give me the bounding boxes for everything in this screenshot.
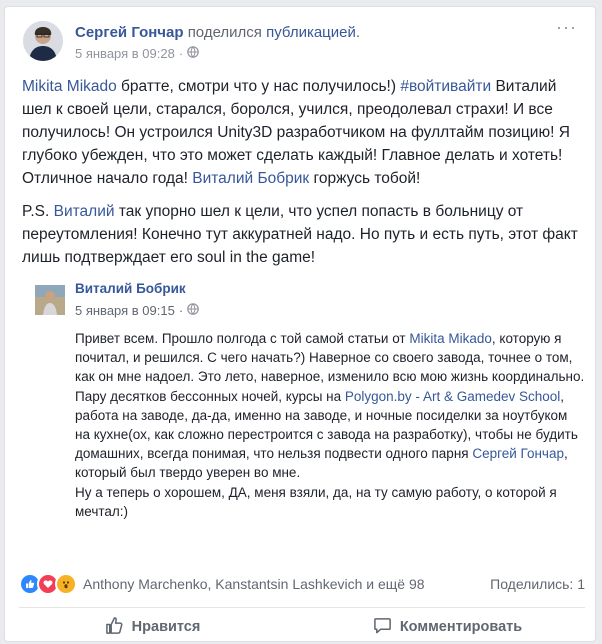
shares-count[interactable]: Поделились: 1 — [490, 576, 585, 592]
shared-paragraph-1: Привет всем. Прошло полгода с той самой … — [75, 329, 585, 483]
text-run: братте, смотри что у нас получилось!) — [116, 78, 401, 95]
post-text: Mikita Mikado братте, смотри что у нас п… — [22, 75, 588, 279]
post-timestamp[interactable]: 5 января в 09:28 — [75, 46, 175, 61]
author-avatar[interactable] — [23, 21, 63, 61]
shared-post-link[interactable]: публикацией — [266, 24, 356, 41]
reactions-names[interactable]: Anthony Marchenko, Kanstantsin Lashkevic… — [83, 576, 425, 592]
reaction-icons[interactable] — [19, 573, 77, 595]
like-button[interactable]: Нравится — [5, 611, 300, 641]
post-paragraph-1: Mikita Mikado братте, смотри что у нас п… — [22, 75, 588, 190]
post-card: Сергей Гончар поделился публикацией. 5 я… — [4, 6, 596, 642]
mention-link[interactable]: Mikita Mikado — [409, 331, 492, 346]
author-photo — [23, 21, 63, 61]
comment-label: Комментировать — [399, 619, 523, 635]
author-name[interactable]: Сергей Гончар — [75, 24, 184, 41]
shared-post-text: Привет всем. Прошло полгода с той самой … — [75, 329, 585, 521]
dot-separator: · — [178, 46, 184, 61]
divider — [19, 607, 585, 608]
action-end: . — [355, 24, 361, 41]
mention-link[interactable]: #войтивайти — [400, 78, 491, 95]
shared-author-photo — [35, 285, 65, 315]
mention-link[interactable]: Виталий — [54, 203, 115, 220]
shared-paragraph-2: Ну а теперь о хорошем, ДА, меня взяли, д… — [75, 484, 557, 519]
text-run: горжусь тобой! — [309, 170, 421, 187]
post-meta: 5 января в 09:28 · — [75, 46, 199, 61]
post-header: Сергей Гончар поделился публикацией. — [75, 24, 360, 41]
comment-button[interactable]: Комментировать — [300, 611, 595, 641]
shared-meta: 5 января в 09:15 · — [75, 303, 199, 318]
more-options-icon[interactable]: ··· — [556, 17, 577, 38]
comment-icon — [373, 616, 392, 639]
post-actions: Нравится Комментировать — [5, 611, 595, 641]
text-run: Привет всем. Прошло полгода с той самой … — [75, 331, 410, 346]
globe-icon[interactable] — [187, 46, 199, 61]
text-run: P.S. — [22, 203, 54, 220]
shared-author-avatar[interactable] — [35, 285, 65, 315]
like-icon — [105, 616, 124, 639]
wow-reaction-icon — [55, 573, 77, 595]
mention-link[interactable]: Mikita Mikado — [22, 78, 117, 95]
shared-timestamp[interactable]: 5 января в 09:15 — [75, 303, 175, 318]
like-label: Нравится — [131, 619, 201, 635]
shared-author-name[interactable]: Виталий Бобрик — [75, 281, 186, 296]
post-paragraph-2: P.S. Виталий так упорно шел к цели, что … — [22, 200, 588, 269]
mention-link[interactable]: Сергей Гончар — [472, 446, 564, 461]
mention-link[interactable]: Виталий Бобрик — [192, 170, 309, 187]
globe-icon[interactable] — [187, 303, 199, 318]
dot-separator: · — [178, 303, 184, 318]
reactions-summary: Anthony Marchenko, Kanstantsin Lashkevic… — [19, 572, 585, 596]
mention-link[interactable]: Polygon.by - Art & Gamedev School — [345, 389, 560, 404]
action-text: поделился — [187, 24, 262, 41]
